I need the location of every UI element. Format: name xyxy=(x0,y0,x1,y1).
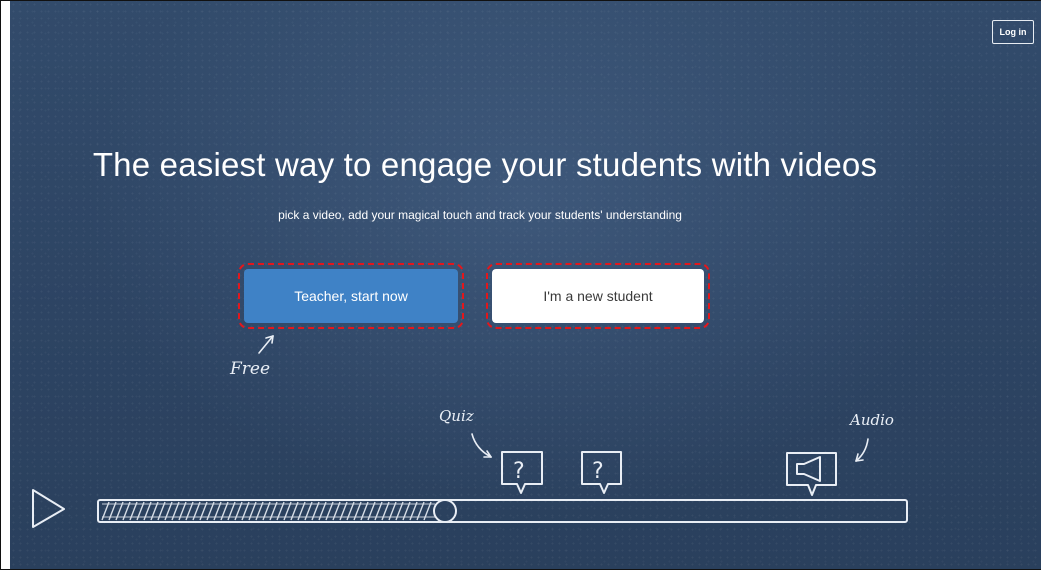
chalk-illustration: ? ? xyxy=(32,335,908,528)
quiz-marker-glyph: ? xyxy=(513,459,525,484)
quiz-marker-glyph: ? xyxy=(592,459,604,484)
play-icon xyxy=(32,489,65,528)
quiz-label: Quiz xyxy=(439,407,474,425)
audio-label: Audio xyxy=(850,411,894,429)
audio-marker-icon xyxy=(786,452,837,496)
playhead-handle xyxy=(433,499,457,523)
chalkboard-background: Log in The easiest way to engage your st… xyxy=(10,1,1041,569)
quiz-arrow-icon xyxy=(471,433,492,458)
free-arrow-icon xyxy=(258,335,274,354)
screenshot-frame: Log in The easiest way to engage your st… xyxy=(0,0,1041,570)
free-label: Free xyxy=(230,359,271,379)
audio-arrow-icon xyxy=(855,438,869,462)
progress-hatch xyxy=(101,501,435,521)
